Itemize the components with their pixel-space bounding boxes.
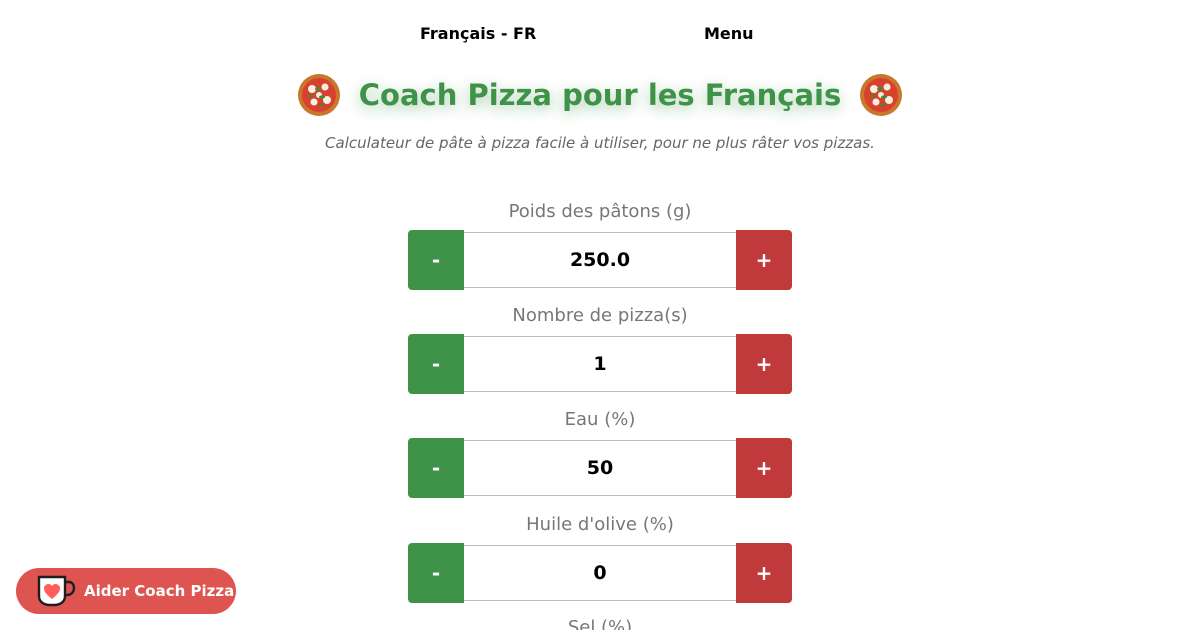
water-label: Eau (%)	[564, 409, 636, 430]
support-button[interactable]: Aider Coach Pizza	[16, 568, 236, 614]
water-increase-button[interactable]: +	[736, 438, 792, 498]
dough-weight-input[interactable]	[464, 232, 736, 288]
pizza-count-input[interactable]	[464, 336, 736, 392]
support-label: Aider Coach Pizza	[84, 582, 235, 600]
water-input[interactable]	[464, 440, 736, 496]
top-nav: Français - FR Menu	[0, 24, 1200, 48]
olive-oil-increase-button[interactable]: +	[736, 543, 792, 603]
pizza-icon	[297, 74, 340, 116]
title-row: Coach Pizza pour les Français	[0, 72, 1200, 118]
olive-oil-label: Huile d'olive (%)	[526, 514, 674, 535]
salt-label: Sel (%)	[567, 617, 633, 630]
olive-oil-stepper: - +	[408, 543, 792, 603]
water-stepper: - +	[408, 438, 792, 498]
dough-weight-decrease-button[interactable]: -	[408, 230, 464, 290]
page: Français - FR Menu Coach Pizza pour les …	[0, 0, 1200, 630]
pizza-count-increase-button[interactable]: +	[736, 334, 792, 394]
menu-link[interactable]: Menu	[704, 24, 754, 43]
language-link[interactable]: Français - FR	[420, 24, 536, 43]
pizza-count-decrease-button[interactable]: -	[408, 334, 464, 394]
water-decrease-button[interactable]: -	[408, 438, 464, 498]
coffee-cup-heart-icon	[37, 575, 76, 607]
pizza-count-stepper: - +	[408, 334, 792, 394]
dough-weight-stepper: - +	[408, 230, 792, 290]
page-subtitle: Calculateur de pâte à pizza facile à uti…	[325, 134, 875, 152]
olive-oil-decrease-button[interactable]: -	[408, 543, 464, 603]
olive-oil-input[interactable]	[464, 545, 736, 601]
dough-weight-increase-button[interactable]: +	[736, 230, 792, 290]
pizza-count-label: Nombre de pizza(s)	[512, 305, 688, 326]
page-title: Coach Pizza pour les Français	[358, 78, 842, 112]
pizza-icon	[860, 74, 903, 116]
dough-weight-label: Poids des pâtons (g)	[508, 201, 692, 222]
